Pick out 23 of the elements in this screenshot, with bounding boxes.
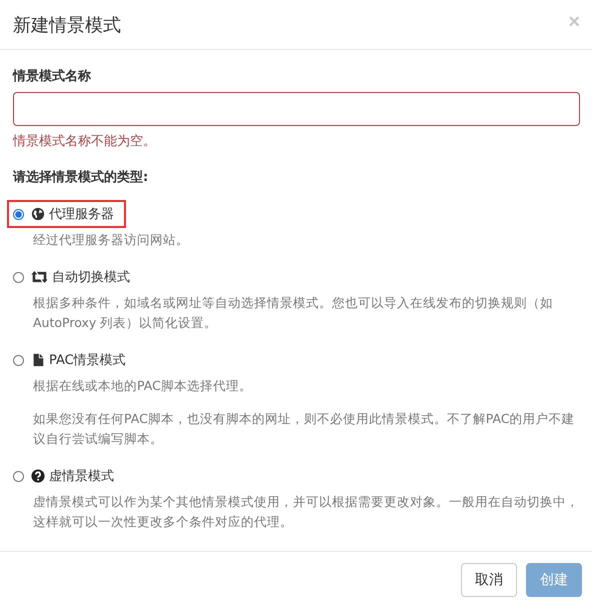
dialog-title: 新建情景模式 bbox=[13, 14, 121, 36]
field-label: 请选择情景模式的类型: bbox=[13, 169, 150, 187]
option-description: 根据多种条件，如域名或网址等自动选择情景模式。您也可以导入在线发布的切换规则（如 AutoProxy 列表）以简化设置。 bbox=[33, 294, 554, 332]
option-label[interactable]: 虚情景模式 bbox=[49, 467, 114, 485]
option-description: 虚情景模式可以作为某个其他情景模式使用，并可以根据需要更改对象。一般用在自动切换中，这样就可以一次性更改多个条件对应的代理。 bbox=[33, 493, 580, 531]
input-field[interactable] bbox=[13, 92, 580, 126]
option-label[interactable]: 代理服务器 bbox=[49, 205, 114, 223]
dialog-button[interactable]: 取消 bbox=[461, 563, 517, 597]
option-description: 根据在线或本地的PAC脚本选择代理。 bbox=[33, 377, 253, 395]
file-icon bbox=[31, 353, 45, 367]
repeat-icon bbox=[31, 270, 48, 284]
radio-button[interactable] bbox=[13, 354, 24, 366]
radio-button[interactable] bbox=[13, 470, 24, 482]
option-description: 经过代理服务器访问网站。 bbox=[33, 231, 190, 249]
globe-icon bbox=[31, 207, 45, 221]
question-icon bbox=[31, 469, 45, 483]
radio-button[interactable] bbox=[13, 208, 24, 220]
option-label[interactable]: PAC情景模式 bbox=[49, 351, 126, 369]
field-label: 情景模式名称 bbox=[13, 68, 92, 86]
option-description: 如果您没有任何PAC脚本，也没有脚本的网址，则不必使用此情景模式。不了解PAC的用户不建议自行尝试编写脚本。 bbox=[33, 410, 576, 448]
radio-button[interactable] bbox=[13, 272, 24, 282]
option-label[interactable]: 自动切换模式 bbox=[52, 268, 130, 286]
error-message: 情景模式名称不能为空。 bbox=[13, 133, 157, 151]
